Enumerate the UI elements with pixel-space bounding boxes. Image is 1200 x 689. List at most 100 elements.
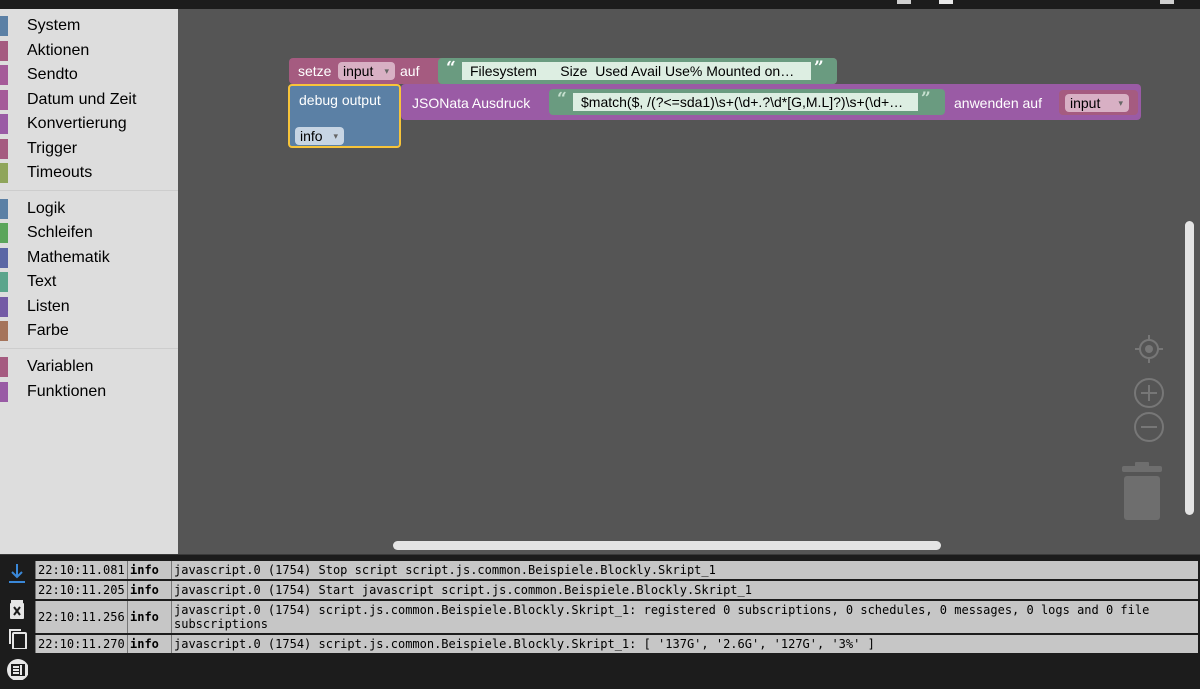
- top-bar-icon[interactable]: [1160, 0, 1174, 4]
- category-label: Timeouts: [27, 164, 93, 181]
- top-bar-icon[interactable]: [897, 0, 911, 4]
- trash-icon[interactable]: [1120, 462, 1164, 522]
- download-icon[interactable]: [6, 561, 28, 583]
- log-row: 22:10:11.081 info javascript.0 (1754) St…: [35, 561, 1198, 579]
- category-color-bar: [0, 114, 8, 134]
- category-color-bar: [0, 272, 8, 292]
- jsonata-block-label: JSONata Ausdruck: [412, 95, 531, 111]
- chevron-down-icon: ▾: [333, 131, 338, 141]
- category-label: Farbe: [27, 322, 69, 339]
- category-color-bar: [0, 199, 8, 219]
- top-bar-icon[interactable]: [939, 0, 953, 4]
- debug-output-block[interactable]: debug output info ▾: [288, 84, 401, 148]
- category-label: Funktionen: [27, 383, 107, 400]
- toolbox-category-listen[interactable]: Listen: [0, 296, 178, 318]
- variable-name: input: [1070, 95, 1101, 111]
- set-variable-block[interactable]: setze input ▾ auf “ Filesystem Size Used …: [289, 58, 837, 84]
- category-label: Schleifen: [27, 224, 93, 241]
- toolbox-category-system[interactable]: System: [0, 15, 178, 37]
- target-icon[interactable]: [1133, 333, 1165, 365]
- jsonata-apply-label: anwenden auf: [954, 95, 1042, 111]
- set-variable-dropdown[interactable]: input ▾: [338, 62, 395, 80]
- log-row: 22:10:11.256 info javascript.0 (1754) sc…: [35, 601, 1198, 633]
- set-block-label: setze: [298, 63, 332, 79]
- toolbox-category-farbe[interactable]: Farbe: [0, 320, 178, 342]
- text-string-field[interactable]: Filesystem Size Used Avail Use% Mounted …: [462, 62, 811, 80]
- category-color-bar: [0, 41, 8, 61]
- toolbox-category-logik[interactable]: Logik: [0, 198, 178, 220]
- category-label: Logik: [27, 200, 66, 217]
- category-label: Mathematik: [27, 249, 110, 266]
- log-message: javascript.0 (1754) script.js.common.Bei…: [171, 635, 1198, 653]
- open-quote-icon: “: [446, 58, 456, 78]
- toolbox-category-sendto[interactable]: Sendto: [0, 64, 178, 86]
- toolbox-separator: [0, 190, 178, 191]
- log-row: 22:10:11.270 info javascript.0 (1754) sc…: [35, 635, 1198, 653]
- category-color-bar: [0, 321, 8, 341]
- category-label: Sendto: [27, 66, 78, 83]
- toolbox-category-funktionen[interactable]: Funktionen: [0, 381, 178, 403]
- blockly-toolbox: System Aktionen Sendto Datum und Zeit Ko…: [0, 9, 178, 554]
- log-time: 22:10:11.081: [35, 561, 127, 579]
- category-color-bar: [0, 139, 8, 159]
- plus-icon[interactable]: [1132, 376, 1166, 410]
- apply-variable-dropdown[interactable]: input ▾: [1065, 94, 1129, 112]
- horizontal-scrollbar[interactable]: [393, 541, 941, 550]
- toolbox-category-mathematik[interactable]: Mathematik: [0, 247, 178, 269]
- debug-block-label: debug output: [299, 92, 381, 108]
- category-color-bar: [0, 382, 8, 402]
- category-label: Datum und Zeit: [27, 91, 137, 108]
- toolbox-category-datum-und-zeit[interactable]: Datum und Zeit: [0, 89, 178, 111]
- chevron-down-icon: ▾: [384, 66, 389, 76]
- toolbox-category-variablen[interactable]: Variablen: [0, 356, 178, 378]
- debug-level-dropdown[interactable]: info ▾: [295, 127, 344, 145]
- log-list-icon[interactable]: [6, 658, 28, 680]
- category-label: Listen: [27, 298, 70, 315]
- category-label: Variablen: [27, 358, 94, 375]
- variable-name: input: [343, 63, 374, 79]
- open-quote-icon: “: [557, 89, 567, 109]
- jsonata-expression-field[interactable]: $match($, /(?<=sda1)\s+(\d+.?\d*[G,M.L]?…: [573, 93, 918, 111]
- log-row: 22:10:11.205 info javascript.0 (1754) St…: [35, 581, 1198, 599]
- minus-icon[interactable]: [1132, 410, 1166, 444]
- category-color-bar: [0, 297, 8, 317]
- toolbox-category-text[interactable]: Text: [0, 271, 178, 293]
- toolbox-category-timeouts[interactable]: Timeouts: [0, 162, 178, 184]
- toolbox-category-schleifen[interactable]: Schleifen: [0, 222, 178, 244]
- log-severity: info: [127, 561, 171, 579]
- copy-icon[interactable]: [6, 627, 28, 649]
- log-severity: info: [127, 601, 171, 633]
- category-color-bar: [0, 65, 8, 85]
- text-string-block[interactable]: “ Filesystem Size Used Avail Use% Mounte…: [438, 58, 837, 84]
- log-time: 22:10:11.270: [35, 635, 127, 653]
- log-message: javascript.0 (1754) Stop script script.j…: [171, 561, 1198, 579]
- log-severity: info: [127, 581, 171, 599]
- close-quote-icon: ”: [921, 89, 931, 109]
- log-severity: info: [127, 635, 171, 653]
- vertical-scrollbar[interactable]: [1185, 221, 1194, 515]
- debug-level-value: info: [300, 128, 323, 144]
- log-time: 22:10:11.205: [35, 581, 127, 599]
- blockly-workspace[interactable]: setze input ▾ auf “ Filesystem Size Used …: [178, 9, 1200, 554]
- set-block-auf-label: auf: [400, 63, 420, 79]
- toolbox-category-trigger[interactable]: Trigger: [0, 138, 178, 160]
- category-color-bar: [0, 163, 8, 183]
- toolbox-category-aktionen[interactable]: Aktionen: [0, 40, 178, 62]
- log-panel: 22:10:11.081 info javascript.0 (1754) St…: [0, 554, 1200, 689]
- variable-get-block[interactable]: input ▾: [1059, 90, 1138, 115]
- category-color-bar: [0, 357, 8, 377]
- category-label: Aktionen: [27, 42, 90, 59]
- chevron-down-icon: ▾: [1118, 98, 1123, 108]
- category-color-bar: [0, 248, 8, 268]
- jsonata-string-block[interactable]: “ $match($, /(?<=sda1)\s+(\d+.?\d*[G,M.L…: [549, 89, 945, 115]
- log-message: javascript.0 (1754) script.js.common.Bei…: [171, 601, 1198, 633]
- log-time: 22:10:11.256: [35, 601, 127, 633]
- category-color-bar: [0, 223, 8, 243]
- log-message: javascript.0 (1754) Start javascript scr…: [171, 581, 1198, 599]
- toolbox-separator: [0, 348, 178, 349]
- jsonata-expression-block[interactable]: JSONata Ausdruck “ $match($, /(?<=sda1)\…: [401, 84, 1141, 120]
- top-bar: [0, 0, 1200, 9]
- clear-log-icon[interactable]: [6, 597, 28, 619]
- toolbox-category-konvertierung[interactable]: Konvertierung: [0, 113, 178, 135]
- category-label: Text: [27, 273, 57, 290]
